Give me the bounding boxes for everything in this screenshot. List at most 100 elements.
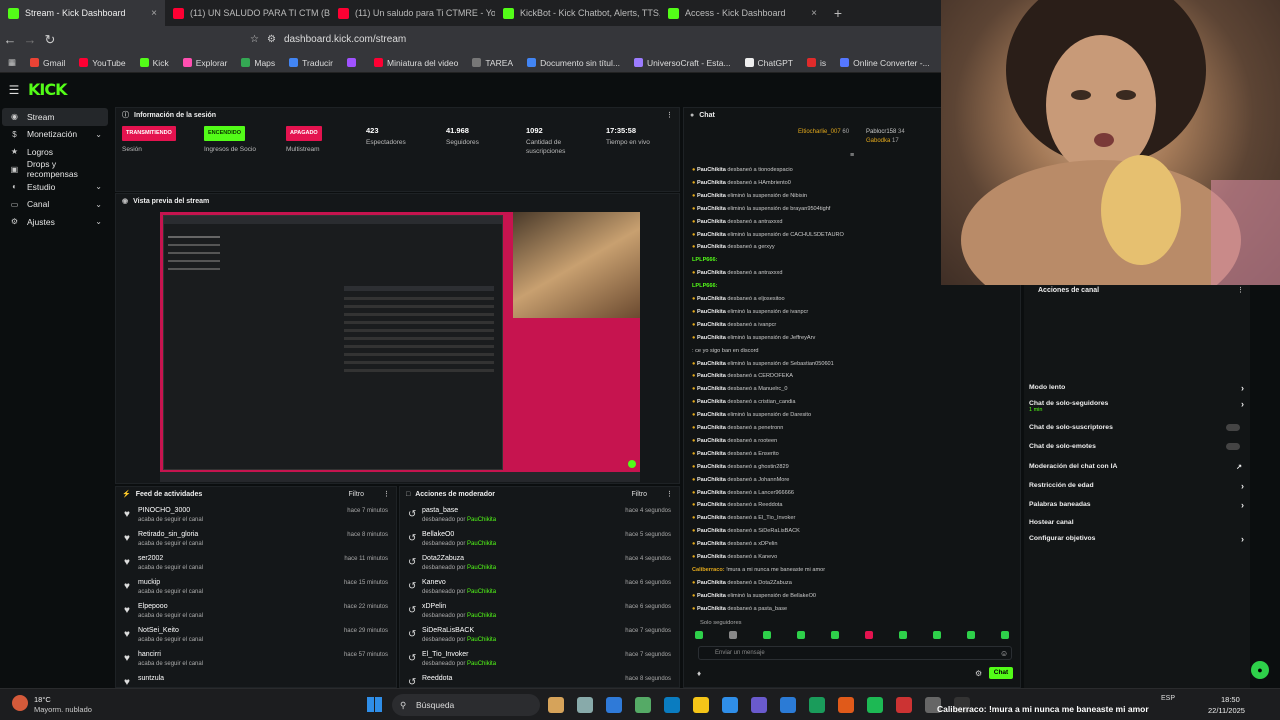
emote-icon[interactable]	[1001, 631, 1009, 639]
channel-action-item[interactable]: Chat de solo-suscriptores	[1029, 424, 1244, 431]
mod-target-username[interactable]: pasta_base	[422, 507, 458, 514]
bookmark-item[interactable]: TAREA	[472, 58, 513, 68]
channel-action-item[interactable]: Hostear canal	[1029, 519, 1244, 526]
mod-target-username[interactable]: BellakeO0	[422, 531, 454, 538]
channel-action-item[interactable]: Palabras baneadas ›	[1029, 500, 1244, 510]
help-fab[interactable]: ●	[1251, 661, 1269, 679]
mod-target-username[interactable]: SiDeRaLisBACK	[422, 627, 474, 634]
sidebar-item[interactable]: ▣ Drops y recompensas	[2, 159, 108, 179]
forward-icon[interactable]: →	[20, 32, 40, 47]
chat-send-button[interactable]: Chat	[989, 667, 1013, 679]
toggle-switch[interactable]	[1226, 443, 1240, 450]
mod-target-username[interactable]: Reeddota	[422, 675, 452, 682]
chat-username[interactable]: PauChikita	[697, 477, 726, 483]
browser-tab[interactable]: (11) Un saludo para Ti CTMRE - YouT×	[330, 0, 495, 26]
mod-filter-button[interactable]: Filtro	[631, 491, 647, 498]
sidebar-item[interactable]: ★ Logros	[2, 143, 108, 161]
obs-icon[interactable]	[896, 697, 912, 713]
sidebar-item[interactable]: ◐ Estudio ⌄	[2, 178, 108, 196]
chat-username[interactable]: PauChikita	[697, 219, 726, 225]
channel-action-item[interactable]: Configurar objetivos ›	[1029, 534, 1244, 544]
emote-icon[interactable]	[763, 631, 771, 639]
mod-by-username[interactable]: PauChikita	[467, 517, 496, 523]
channel-action-item[interactable]: Chat de solo-emotes	[1029, 443, 1244, 450]
bookmark-item[interactable]: Gmail	[30, 58, 65, 68]
sidebar-item[interactable]: ▭ Canal ⌄	[2, 196, 108, 214]
bookmark-item[interactable]	[347, 58, 360, 67]
mod-by-username[interactable]: PauChikita	[467, 613, 496, 619]
folder-icon[interactable]	[693, 697, 709, 713]
emote-icon[interactable]	[899, 631, 907, 639]
weather-icon[interactable]	[12, 695, 28, 711]
spotify-icon[interactable]	[867, 697, 883, 713]
kick-logo[interactable]: KICK	[28, 80, 67, 99]
bookmark-item[interactable]: Explorar	[182, 58, 227, 68]
bookmark-item[interactable]: Maps	[241, 58, 275, 68]
close-icon[interactable]: ×	[151, 8, 157, 19]
emoji-icon[interactable]: ☺	[1000, 649, 1008, 658]
mod-by-username[interactable]: PauChikita	[467, 589, 496, 595]
chat-username[interactable]: PauChikita	[697, 515, 726, 521]
browser-tab[interactable]: Access - Kick Dashboard ×	[660, 0, 825, 26]
chat-username[interactable]: Caliberraco:	[692, 567, 725, 573]
mod-target-username[interactable]: xDPelin	[422, 603, 446, 610]
channel-action-item[interactable]: Moderación del chat con IA ↗	[1029, 463, 1244, 471]
activity-username[interactable]: Retirado_sin_gloria	[138, 531, 198, 538]
chat-username[interactable]: PauChikita	[697, 244, 726, 250]
chat-username[interactable]: PauChikita	[697, 425, 726, 431]
chat-input[interactable]: Enviar un mensaje	[698, 646, 1012, 660]
chat-username[interactable]: PauChikita	[697, 193, 726, 199]
activity-username[interactable]: hancirri	[138, 651, 161, 658]
chat-username[interactable]: PauChikita	[697, 490, 726, 496]
sidebar-item[interactable]: $ Monetización ⌄	[2, 126, 108, 144]
back-icon[interactable]: ←	[0, 32, 20, 47]
site-info-icon[interactable]: ⚙	[267, 34, 276, 45]
mod-target-username[interactable]: Dota2Zabuza	[422, 555, 464, 562]
steam-icon[interactable]	[635, 697, 651, 713]
mod-by-username[interactable]: PauChikita	[467, 661, 496, 667]
emote-icon[interactable]	[797, 631, 805, 639]
bookmark-item[interactable]: is	[806, 58, 826, 68]
chat-username[interactable]: PauChikita	[697, 296, 726, 302]
windows-start-icon[interactable]	[367, 697, 382, 712]
feed-filter-button[interactable]: Filtro	[348, 491, 364, 498]
brave-icon[interactable]	[838, 697, 854, 713]
activity-username[interactable]: muckip	[138, 579, 160, 586]
chat-username[interactable]: LPLP666:	[692, 283, 718, 289]
bookmark-item[interactable]: UniversoCraft - Esta...	[633, 58, 731, 68]
chat-username[interactable]: PauChikita	[697, 412, 726, 418]
emote-icon[interactable]	[729, 631, 737, 639]
excel-icon[interactable]	[809, 697, 825, 713]
clock-date[interactable]: 22/11/2025	[1208, 706, 1245, 715]
emote-icon[interactable]	[933, 631, 941, 639]
more-icon[interactable]: ⋮	[1237, 286, 1244, 294]
chat-username[interactable]: PauChikita	[697, 399, 726, 405]
chat-username[interactable]: PauChikita	[697, 322, 726, 328]
emote-icon[interactable]	[967, 631, 975, 639]
chat-username[interactable]: PauChikita	[697, 167, 726, 173]
more-icon[interactable]: ⋮	[666, 111, 673, 119]
taskbar-search[interactable]: ⚲ Búsqueda	[392, 694, 540, 716]
url-field[interactable]: ☆ ⚙ dashboard.kick.com/stream	[250, 30, 950, 50]
chat-username[interactable]: PauChikita	[697, 309, 726, 315]
bookmark-item[interactable]: YouTube	[79, 58, 126, 68]
chat-username[interactable]: PauChikita	[697, 373, 726, 379]
chat-username[interactable]: PauChikita	[697, 464, 726, 470]
chat-username[interactable]: PauChikita	[697, 541, 726, 547]
more-icon[interactable]: ⋮	[666, 490, 673, 498]
settings-icon[interactable]: ⚙	[975, 669, 982, 678]
chat-username[interactable]: PauChikita	[697, 554, 726, 560]
chat-username[interactable]: PauChikita	[697, 528, 726, 534]
chat-username[interactable]: PauChikita	[697, 335, 726, 341]
mod-target-username[interactable]: El_Tio_Invoker	[422, 651, 468, 658]
new-tab-icon[interactable]: +	[825, 0, 851, 26]
files-icon[interactable]	[577, 697, 593, 713]
bookmark-item[interactable]: Kick	[139, 58, 169, 68]
apps-grid-icon[interactable]: ▦	[8, 57, 16, 68]
bookmark-item[interactable]: Traducir	[289, 58, 333, 68]
language-indicator[interactable]: ESP	[1161, 695, 1175, 702]
mail-icon[interactable]	[780, 697, 796, 713]
bookmark-item[interactable]: Miniatura del video	[374, 58, 458, 68]
chat-username[interactable]: PauChikita	[697, 593, 726, 599]
top-gifter[interactable]: Pablocr158 34	[866, 128, 905, 136]
